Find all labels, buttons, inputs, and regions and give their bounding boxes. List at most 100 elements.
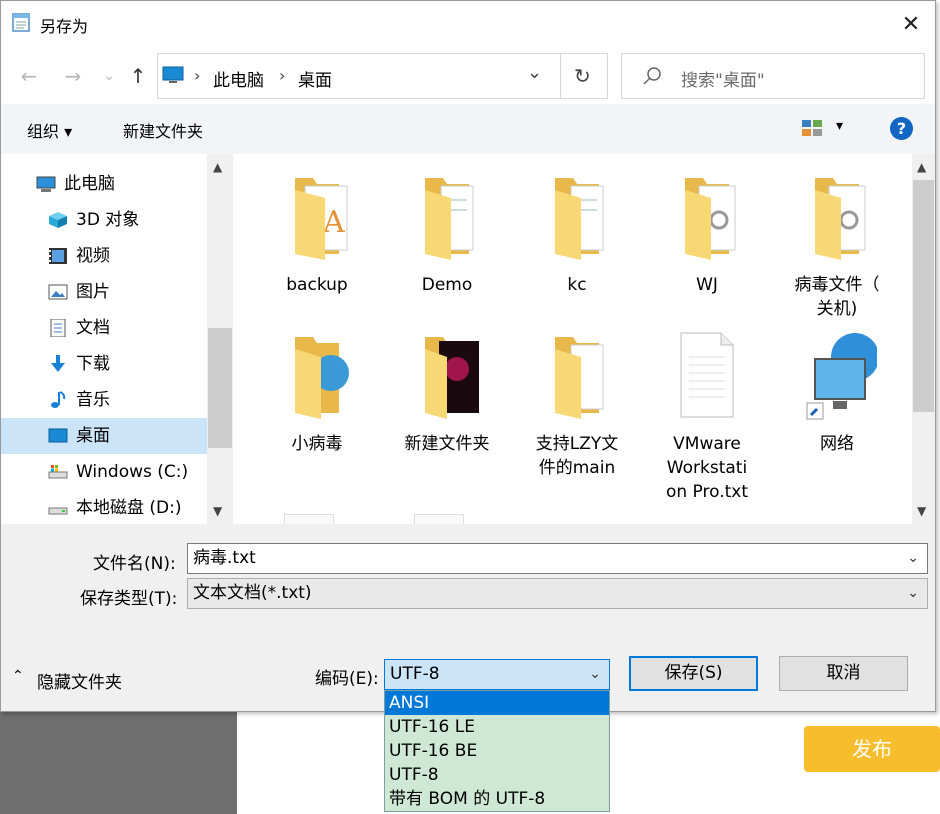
- nav-item-3d-objects[interactable]: 3D 对象: [0, 202, 206, 238]
- chevron-up-icon[interactable]: ⌃: [12, 668, 24, 684]
- computer-icon: [36, 176, 56, 192]
- encoding-dropdown-list: ANSI UTF-16 LE UTF-16 BE UTF-8 带有 BOM 的 …: [384, 690, 610, 812]
- save-button[interactable]: 保存(S): [629, 656, 758, 691]
- view-options-icon[interactable]: [802, 120, 822, 136]
- folder-icon: A: [295, 178, 348, 260]
- video-icon: [49, 248, 67, 264]
- encoding-select[interactable]: UTF-8 ⌄: [384, 659, 610, 690]
- breadcrumb-separator: ›: [194, 66, 201, 85]
- file-item-lzy-main[interactable]: 支持LZY文 件的main: [517, 329, 637, 480]
- file-item-demo[interactable]: Demo: [387, 170, 507, 297]
- new-folder-button[interactable]: 新建文件夹: [123, 118, 203, 142]
- picture-icon: [48, 284, 68, 300]
- file-item-small-virus[interactable]: 小病毒: [257, 329, 377, 456]
- nav-item-label: 视频: [76, 246, 110, 266]
- filetype-value: 文本文档(*.txt): [193, 583, 312, 603]
- document-icon: [50, 319, 66, 337]
- file-item-kc[interactable]: kc: [517, 170, 637, 297]
- encoding-option-utf16le[interactable]: UTF-16 LE: [385, 715, 609, 739]
- filename-label: 文件名(N):: [93, 554, 176, 574]
- file-name: backup: [286, 275, 348, 295]
- refresh-icon[interactable]: ↻: [574, 64, 591, 88]
- organize-menu[interactable]: 组织 ▾: [27, 118, 72, 142]
- cube-icon: [49, 212, 67, 228]
- file-name: WJ: [696, 275, 718, 295]
- file-scrollbar-thumb[interactable]: [913, 180, 934, 412]
- file-name: 小病毒: [291, 434, 343, 454]
- svg-text:A: A: [322, 205, 345, 240]
- file-name: VMware Workstati on Pro.txt: [665, 434, 749, 502]
- nav-scrollbar-thumb[interactable]: [208, 328, 232, 448]
- nav-scroll-up-icon[interactable]: ▲: [213, 160, 222, 174]
- file-item-virus-folder[interactable]: 病毒文件（ 关机): [777, 170, 897, 321]
- encoding-option-utf8-bom[interactable]: 带有 BOM 的 UTF-8: [385, 787, 609, 811]
- search-icon: [643, 67, 661, 85]
- hide-folders-toggle[interactable]: 隐藏文件夹: [37, 668, 122, 693]
- address-dropdown-icon[interactable]: ⌄: [527, 62, 542, 83]
- file-name: 支持LZY文 件的main: [535, 434, 619, 478]
- forward-arrow-icon[interactable]: →: [60, 62, 86, 90]
- chevron-down-icon[interactable]: ⌄: [589, 660, 601, 689]
- folder-icon: [555, 337, 604, 419]
- encoding-option-ansi[interactable]: ANSI: [385, 691, 609, 715]
- file-name: Demo: [421, 275, 473, 295]
- recent-locations-icon[interactable]: ⌄: [96, 62, 122, 90]
- search-box[interactable]: [621, 53, 925, 99]
- file-item-network[interactable]: 网络: [777, 329, 897, 456]
- drive-icon: [48, 465, 68, 479]
- nav-item-label: 3D 对象: [76, 210, 140, 230]
- download-icon: [51, 355, 65, 372]
- nav-item-this-pc[interactable]: 此电脑: [0, 166, 206, 202]
- nav-item-documents[interactable]: 文档: [0, 310, 206, 346]
- nav-item-label: Windows (C:): [76, 462, 189, 482]
- network-icon: [806, 333, 879, 420]
- file-item-new-folder[interactable]: 新建文件夹: [387, 329, 507, 456]
- folder-icon: [425, 337, 479, 419]
- back-arrow-icon[interactable]: ←: [16, 62, 42, 90]
- nav-item-label: 音乐: [76, 390, 110, 410]
- breadcrumb-desktop[interactable]: 桌面: [298, 66, 332, 91]
- nav-item-videos[interactable]: 视频: [0, 238, 206, 274]
- nav-item-desktop[interactable]: 桌面: [0, 418, 206, 454]
- breadcrumb-this-pc[interactable]: 此电脑: [213, 66, 264, 91]
- nav-item-label: 文档: [76, 318, 110, 338]
- encoding-option-utf8[interactable]: UTF-8: [385, 763, 609, 787]
- background-left-panel: [0, 712, 237, 814]
- nav-item-downloads[interactable]: 下载: [0, 346, 206, 382]
- encoding-option-utf16be[interactable]: UTF-16 BE: [385, 739, 609, 763]
- nav-item-drive-d[interactable]: 本地磁盘 (D:): [0, 490, 206, 526]
- file-scroll-up-icon[interactable]: ▲: [917, 160, 926, 174]
- nav-item-label: 本地磁盘 (D:): [76, 498, 182, 518]
- nav-scroll-down-icon[interactable]: ▼: [213, 504, 222, 518]
- music-icon: [51, 391, 66, 408]
- file-name: 病毒文件（ 关机): [794, 275, 880, 319]
- filetype-label: 保存类型(T):: [80, 589, 178, 609]
- file-item-wj[interactable]: WJ: [647, 170, 767, 297]
- text-file-icon: [680, 332, 734, 418]
- chevron-down-icon[interactable]: ⌄: [907, 544, 919, 573]
- desktop-icon: [48, 428, 68, 443]
- nav-item-music[interactable]: 音乐: [0, 382, 206, 418]
- chevron-down-icon[interactable]: ⌄: [907, 579, 919, 608]
- address-divider: [560, 53, 561, 99]
- nav-item-label: 桌面: [76, 426, 110, 446]
- close-icon[interactable]: ✕: [896, 10, 926, 40]
- view-dropdown-icon[interactable]: ▾: [836, 118, 843, 134]
- publish-button[interactable]: 发布: [804, 726, 940, 772]
- file-item-backup[interactable]: A backup: [257, 170, 377, 297]
- help-icon[interactable]: ?: [890, 117, 913, 140]
- filetype-select[interactable]: 文本文档(*.txt) ⌄: [187, 578, 928, 609]
- nav-item-drive-c[interactable]: Windows (C:): [0, 454, 206, 490]
- up-arrow-icon[interactable]: ↑: [125, 62, 151, 90]
- file-name: 网络: [820, 434, 854, 454]
- file-scroll-down-icon[interactable]: ▼: [917, 504, 926, 518]
- breadcrumb-separator: ›: [279, 66, 286, 85]
- folder-icon: [425, 178, 474, 260]
- file-item-vmware-txt[interactable]: VMware Workstati on Pro.txt: [647, 329, 767, 504]
- encoding-value: UTF-8: [390, 664, 440, 684]
- filename-input[interactable]: 病毒.txt ⌄: [187, 543, 928, 574]
- nav-item-label: 此电脑: [64, 174, 115, 194]
- folder-icon: [685, 178, 736, 260]
- cancel-button[interactable]: 取消: [779, 656, 908, 691]
- nav-item-pictures[interactable]: 图片: [0, 274, 206, 310]
